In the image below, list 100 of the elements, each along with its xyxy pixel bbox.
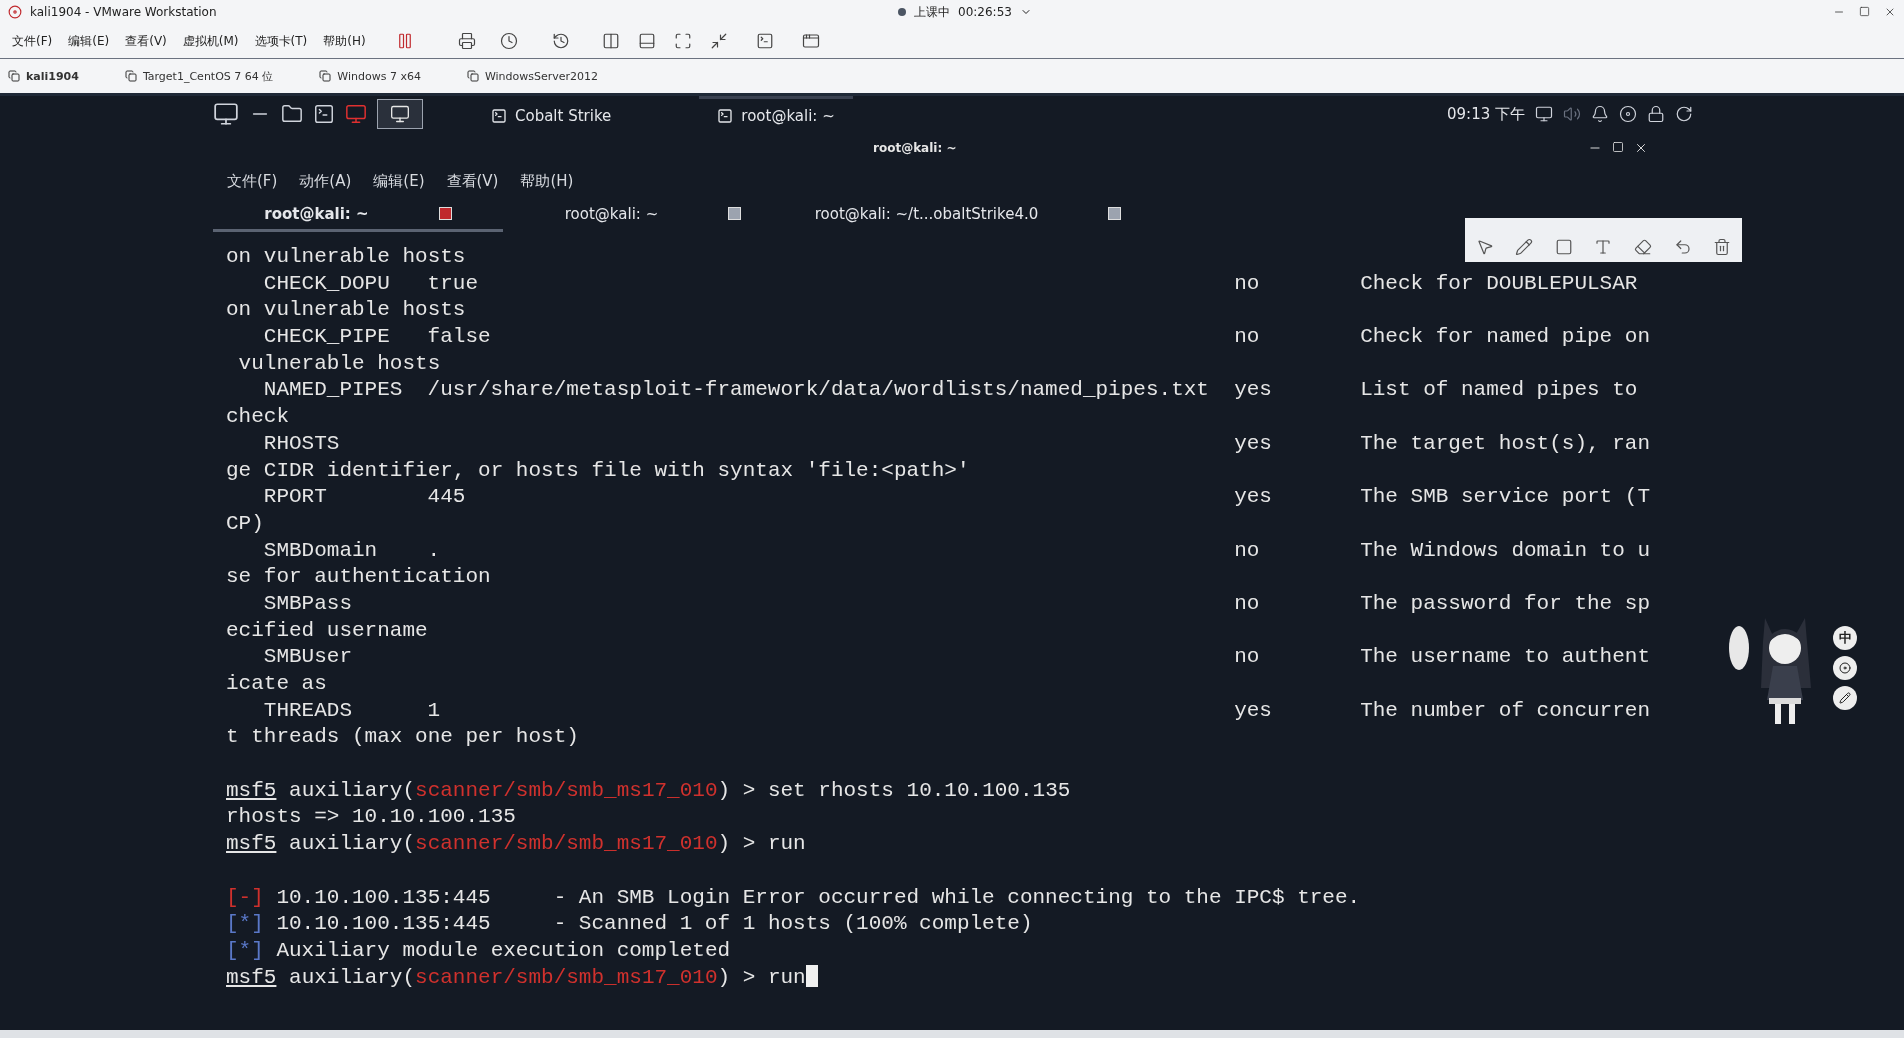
pointer-icon[interactable] <box>1475 238 1494 256</box>
recorder-icon[interactable] <box>345 103 367 125</box>
session-timer: 00:26:53 <box>958 5 1012 19</box>
vm-tab[interactable]: Target1_CentOS 7 64 位 <box>120 68 296 84</box>
option-name: NAMED_PIPES <box>263 378 403 402</box>
vm-tab[interactable]: Windows 7 x64 <box>315 69 443 83</box>
host-address: 10.10.100.135:445 <box>276 885 491 909</box>
vm-tab[interactable]: kali1904 <box>4 69 101 83</box>
terminal-line: on vulnerable hosts <box>226 297 466 324</box>
option-description: List of named pipes to <box>1360 378 1638 402</box>
bell-icon[interactable] <box>1591 105 1609 123</box>
close-icon[interactable] <box>1884 6 1896 18</box>
menu-item[interactable]: 动作(A) <box>299 171 352 191</box>
eraser-icon[interactable] <box>1634 238 1653 256</box>
close-icon[interactable] <box>1108 207 1122 220</box>
taskbar-app[interactable]: root@kali: ~ <box>699 95 853 133</box>
menu-item[interactable]: 帮助(H) <box>520 171 574 191</box>
option-value: 445 <box>427 485 466 509</box>
option-required: yes <box>1234 431 1272 455</box>
option-name: SMBUser <box>263 645 352 669</box>
terminal-icon[interactable] <box>755 32 774 50</box>
terminal-line: ecified username <box>226 617 428 644</box>
terminal-tab[interactable]: root@kali: ~/t...obaltStrike4.0 <box>803 198 1133 232</box>
menu-item[interactable]: 查看(V) <box>446 171 499 191</box>
taskbar-app[interactable]: Cobalt Strike <box>473 95 630 133</box>
prompt-line: msf5 auxiliary(scanner/smb/smb_ms17_010) > set rhosts 10.10.100.135 <box>226 778 1071 802</box>
option-name: CHECK_PIPE <box>263 325 390 349</box>
window-icon[interactable] <box>801 32 820 50</box>
option-name: SMBDomain <box>263 538 378 562</box>
fullscreen-icon[interactable] <box>673 32 692 50</box>
terminal-line: rhosts => 10.10.100.135 <box>226 804 516 831</box>
terminal-line: check <box>226 404 289 431</box>
trash-icon[interactable] <box>1713 238 1732 256</box>
option-name: RPORT <box>263 485 327 509</box>
terminal-line: on vulnerable hosts <box>226 244 466 270</box>
menu-item[interactable]: 文件(F) <box>227 171 278 191</box>
app-icon <box>491 107 507 124</box>
text-icon[interactable] <box>1594 238 1613 256</box>
volume-icon[interactable] <box>1563 105 1581 123</box>
terminal-line: t threads (max one per host) <box>226 724 579 751</box>
display-icon[interactable] <box>1535 105 1553 123</box>
shrink-icon[interactable] <box>709 32 728 50</box>
ime-mode-button[interactable]: 中 <box>1833 626 1857 650</box>
status-mark: [-] <box>226 885 264 909</box>
printer-icon[interactable] <box>457 32 476 50</box>
status-mark: [*] <box>226 912 264 936</box>
terminal-tab[interactable]: root@kali: ~ <box>503 198 803 232</box>
app-icon <box>717 107 734 124</box>
vm-icon <box>466 70 479 82</box>
option-value: false <box>427 325 491 349</box>
option-name: RHOSTS <box>263 431 340 455</box>
folder-icon[interactable] <box>281 103 303 125</box>
menu-item[interactable]: 文件(F) <box>6 32 59 50</box>
option-required: yes <box>1234 698 1272 722</box>
rectangle-icon[interactable] <box>1554 238 1573 256</box>
option-description: The username to authent <box>1360 645 1650 669</box>
close-icon[interactable] <box>438 207 452 220</box>
vm-icon <box>124 70 137 82</box>
option-value: . <box>427 538 441 562</box>
clock-icon[interactable] <box>499 32 518 50</box>
vm-icon <box>319 70 332 82</box>
status-message: - Scanned 1 of 1 hosts (100% complete) <box>553 912 1033 936</box>
columns-icon[interactable] <box>601 32 620 50</box>
option-description: The target host(s), ran <box>1360 431 1650 455</box>
option-required: no <box>1234 538 1260 562</box>
vm-tab[interactable]: WindowsServer2012 <box>462 69 621 83</box>
terminal-line: se for authentication <box>226 564 491 591</box>
close-icon[interactable] <box>728 207 742 220</box>
menu-item[interactable]: 查看(V) <box>119 32 173 50</box>
terminal-line: ge CIDR identifier, or hosts file with syntax 'file:<path>' <box>226 457 970 484</box>
panel-icon[interactable] <box>637 32 656 50</box>
terminal-title: root@kali: ~ <box>873 141 957 155</box>
status-message: - An SMB Login Error occurred while connecting to the IPC$ tree. <box>553 885 1361 909</box>
option-description: The number of concurren <box>1360 698 1650 722</box>
close-icon[interactable] <box>1634 141 1648 155</box>
terminal-tab[interactable]: root@kali: ~ <box>213 198 503 232</box>
option-required: no <box>1234 591 1260 615</box>
host-address: 10.10.100.135:445 <box>276 912 491 936</box>
status-mark: [*] <box>226 938 264 962</box>
vm-icon <box>8 70 20 82</box>
option-required: yes <box>1234 485 1272 509</box>
menu-item[interactable]: 虚拟机(M) <box>176 32 245 50</box>
undo-icon[interactable] <box>1673 238 1692 256</box>
history-icon[interactable] <box>551 32 570 50</box>
terminal-line: icate as <box>226 671 327 697</box>
terminal-icon[interactable] <box>313 103 335 125</box>
menu-item[interactable]: 帮助(H) <box>317 32 372 50</box>
option-description: Check for named pipe on <box>1360 325 1650 349</box>
menu-item[interactable]: 编辑(E) <box>62 32 116 50</box>
window-title: kali1904 - VMware Workstation <box>30 5 218 19</box>
option-description: The Windows domain to u <box>1360 538 1650 562</box>
pencil-icon[interactable] <box>1515 238 1534 256</box>
menu-item[interactable]: 选项卡(T) <box>248 32 314 50</box>
menu-item[interactable]: 编辑(E) <box>373 171 425 191</box>
lock-icon[interactable] <box>1647 105 1665 123</box>
option-required: no <box>1234 645 1260 669</box>
status-message: Auxiliary module execution completed <box>276 938 731 962</box>
workspace-icon[interactable] <box>390 104 410 124</box>
option-value: 1 <box>427 698 441 722</box>
option-required: yes <box>1234 378 1272 402</box>
